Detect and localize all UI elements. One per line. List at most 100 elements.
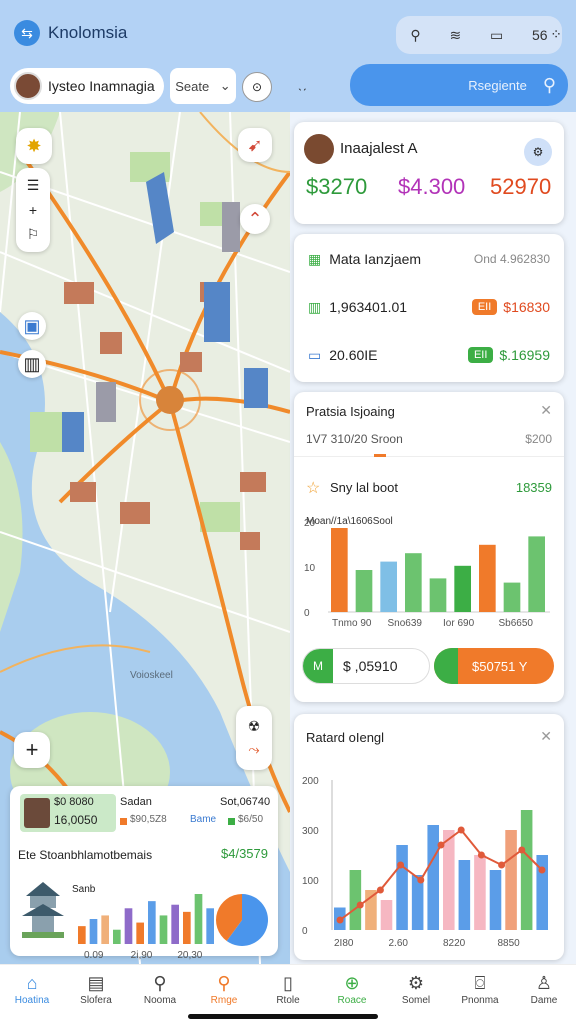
nav-item[interactable]: ⚙ Somel: [388, 965, 444, 1024]
summary-title: Inaajalest A: [340, 140, 418, 157]
value-button-right[interactable]: $50751 Y: [434, 648, 554, 684]
line-point: [336, 916, 344, 924]
bar: [349, 870, 362, 930]
chat-icon: ⌼: [474, 973, 486, 993]
y-tick-label: 10: [304, 563, 316, 574]
line-point: [498, 861, 506, 869]
report-sub-left: 1V7 310/20 Sroon: [306, 432, 403, 446]
app-logo-icon: ⇆: [14, 20, 40, 46]
chart-title: Moan//1a\1606Sool: [306, 516, 393, 527]
right-panel: Inaajalest A ⚙ $3270 $4.300 52970 ▦ Mata…: [290, 112, 576, 964]
metric-row[interactable]: ▦ Mata Ianzjaem Ond 4.962830: [308, 244, 550, 274]
metrics-card[interactable]: ▦ Mata Ianzjaem Ond 4.962830 ▥ 1,963401.…: [294, 234, 564, 382]
value-button-left[interactable]: М $ ,05910: [302, 648, 430, 684]
close-icon[interactable]: ✕: [540, 728, 552, 745]
close-icon[interactable]: ✕: [540, 402, 552, 419]
report-title: Pratsia Isjoaing: [306, 404, 395, 419]
y-tick-label: 300: [302, 826, 319, 837]
metric-value: $16830: [503, 299, 550, 315]
home-indicator: [188, 1014, 378, 1019]
route-icon[interactable]: ⤳: [248, 741, 259, 758]
mini-tag-text: $0 8080: [54, 796, 94, 808]
bar: [136, 922, 144, 944]
bar: [194, 894, 203, 944]
more-icon[interactable]: ⁘: [550, 26, 562, 43]
metric-row[interactable]: ▥ 1,963401.01 EII $16830: [308, 292, 550, 322]
bar: [520, 810, 533, 930]
nav-item[interactable]: ▤ Slofera: [68, 965, 124, 1024]
user-icon: ♙: [535, 973, 553, 993]
value-button-right-marker: [434, 648, 458, 684]
report-card[interactable]: Pratsia Isjoaing ✕ 1V7 310/20 Sroon $200…: [294, 392, 564, 702]
line-point: [538, 866, 546, 874]
mini-title: Ete Stoanbhlamotbemais: [18, 848, 153, 862]
layers-button-group[interactable]: ☰ + ⚐: [16, 168, 50, 252]
bar: [396, 845, 408, 930]
bar: [148, 901, 156, 944]
nav-label: Nooma: [143, 995, 177, 1006]
mini-title-value: $4/3579: [221, 846, 268, 861]
mini-avatar: [24, 798, 50, 828]
nav-item[interactable]: ⌂ Hoatina: [4, 965, 60, 1024]
avatar: [14, 72, 42, 100]
trend-title: Ratard oIengl: [306, 730, 385, 745]
x-tick-label: 20,30: [177, 950, 202, 961]
x-tick-label: 2.60: [389, 938, 409, 949]
trend-card[interactable]: Ratard oIengl ✕ 200 300 100 0 2I80 2.60 8220 88…: [294, 714, 564, 960]
x-tick-label: Sb6650: [499, 618, 534, 629]
poi-button-2[interactable]: ▥: [18, 350, 46, 378]
pin-button[interactable]: ✸: [16, 128, 52, 164]
nav-item[interactable]: ⚲ Nooma: [132, 965, 188, 1024]
bar: [101, 915, 109, 944]
search-icon[interactable]: ⚲: [410, 27, 420, 44]
nav-item[interactable]: ⌼ Pnonma: [452, 965, 508, 1024]
tick-icon: ˎˏ: [298, 76, 307, 91]
mini-summary-card[interactable]: $0 8080 16,0050 Sadan Sot,06740 $90,5Z8 …: [10, 786, 278, 961]
line-point: [417, 876, 425, 884]
line-point: [518, 846, 526, 854]
traffic-icon[interactable]: ☢: [248, 718, 261, 735]
metric-label: 20.60IE: [329, 347, 378, 363]
locate-icon[interactable]: ⚐: [27, 226, 40, 243]
metric-row[interactable]: ▭ 20.60IE EII $.16959: [308, 340, 550, 370]
x-tick-label: Sno639: [388, 618, 423, 629]
filter-select[interactable]: Seate ⌄: [170, 68, 236, 104]
kpi-3: 52970: [490, 174, 552, 199]
mini-tag-text-2: 16,0050: [54, 813, 98, 827]
target-button[interactable]: ⊙: [242, 72, 272, 102]
bar: [89, 919, 98, 944]
nav-label: Dame: [530, 995, 558, 1006]
line-point: [437, 841, 445, 849]
zoom-in-icon[interactable]: +: [29, 202, 37, 218]
bar: [124, 908, 133, 944]
menu-icon[interactable]: ☰: [27, 177, 40, 194]
top-bar: ⇆ Knolomsia ⚲ ≋ ▭ 56 ⁘ Iysteo Inamnagia …: [0, 0, 576, 112]
search-bar[interactable]: Rsegiente ⚲: [350, 64, 568, 106]
summary-card[interactable]: Inaajalest A ⚙ $3270 $4.300 52970: [294, 122, 564, 224]
value-button-left-marker: М: [303, 649, 333, 683]
x-tick-label: 0.09: [84, 950, 104, 961]
bar: [380, 900, 393, 930]
map-view[interactable]: Voioskeel ✸ ☰ + ⚐ ➹ ⌃ ▣ ▥ ☢ ⤳ + $0 8080 …: [0, 112, 290, 964]
brand[interactable]: ⇆ Knolomsia: [14, 20, 127, 46]
line-point: [457, 826, 465, 834]
add-place-button[interactable]: +: [14, 732, 50, 768]
settings-icon: ⚙: [532, 145, 544, 159]
target-icon: ⊙: [251, 80, 263, 94]
x-tick-label: Tnmo 90: [332, 618, 372, 629]
compass-button[interactable]: ➹: [238, 128, 272, 162]
metric-label: 1,963401.01: [329, 299, 408, 315]
nav-label: Hoatina: [14, 995, 50, 1006]
direction-button[interactable]: ⌃: [240, 204, 270, 234]
summary-settings-button[interactable]: ⚙: [524, 138, 552, 166]
poi-button-1[interactable]: ▣: [18, 312, 46, 340]
nav-item[interactable]: ♙ Dame: [516, 965, 572, 1024]
bar: [454, 565, 471, 612]
x-tick-label: 8220: [443, 938, 466, 949]
home-icon: ⌂: [26, 973, 38, 993]
bar: [443, 830, 455, 930]
profile-chip[interactable]: Iysteo Inamnagia: [10, 68, 164, 104]
pin-icon: ✸: [26, 135, 42, 156]
map-tools-button[interactable]: ☢ ⤳: [236, 706, 272, 770]
nav-label: Rtole: [276, 995, 300, 1006]
